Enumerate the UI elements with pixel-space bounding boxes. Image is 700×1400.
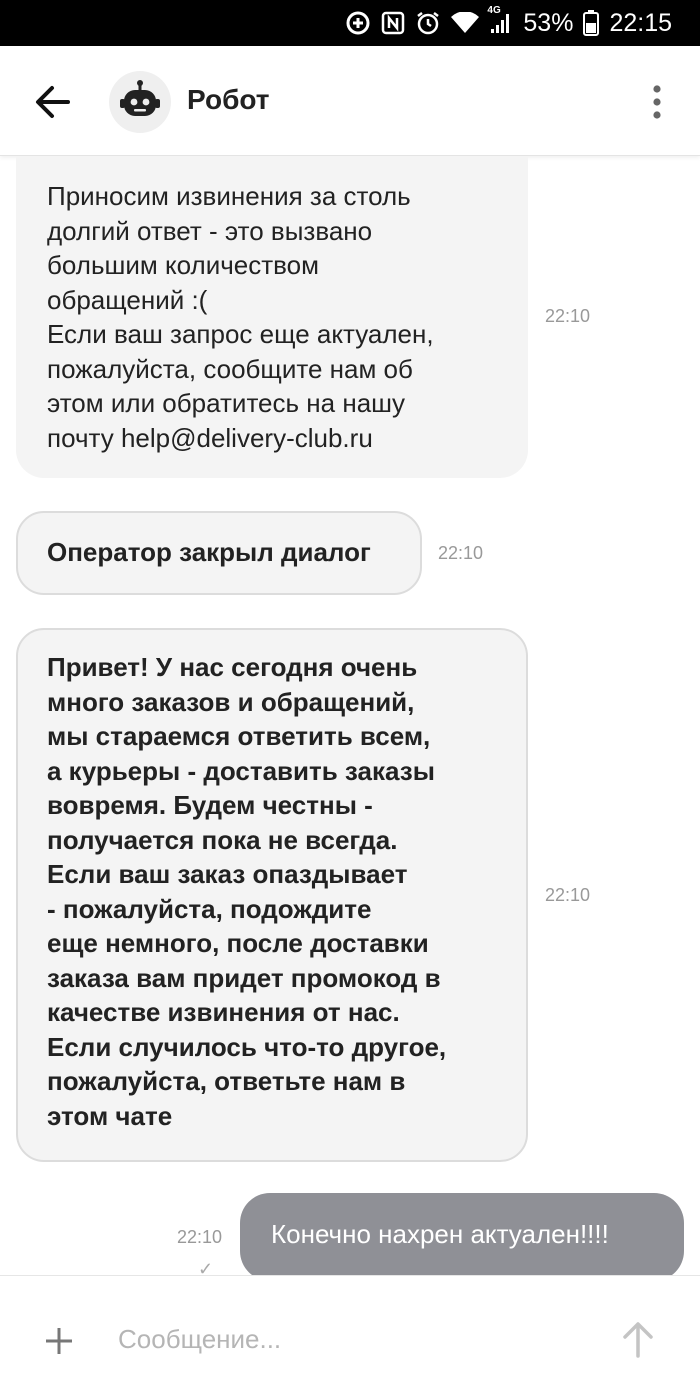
robot-icon xyxy=(118,78,162,127)
battery-percent: 53% xyxy=(523,8,574,37)
message-input[interactable]: Сообщение... xyxy=(118,1324,281,1355)
status-icons: 4G 53% 22:15 xyxy=(345,5,672,40)
arrow-left-icon[interactable] xyxy=(32,82,76,122)
message-time: 22:10 xyxy=(545,885,591,905)
alarm-icon xyxy=(415,10,441,36)
message-bubble-incoming[interactable]: Приносим извинения за столь долгий ответ… xyxy=(16,157,528,478)
message-time: 22:10 xyxy=(545,306,591,326)
message-composer: Сообщение... xyxy=(0,1275,700,1400)
more-vertical-icon[interactable] xyxy=(648,84,666,120)
message-time: 22:10 xyxy=(177,1227,223,1247)
avatar[interactable] xyxy=(109,71,171,133)
message-time: 22:10 xyxy=(438,543,484,563)
status-bar: 4G 53% 22:15 xyxy=(0,0,700,46)
clock: 22:15 xyxy=(609,8,672,37)
message-list[interactable]: Приносим извинения за столь долгий ответ… xyxy=(0,157,700,1275)
arrow-up-icon[interactable] xyxy=(622,1320,654,1358)
plus-icon[interactable] xyxy=(44,1326,74,1356)
chat-header: Робот xyxy=(0,46,700,156)
signal-icon: 4G xyxy=(487,5,513,35)
network-type-label: 4G xyxy=(487,5,501,16)
data-saver-icon xyxy=(345,10,371,36)
message-bubble-outgoing[interactable]: Конечно нахрен актуален!!!! xyxy=(240,1193,684,1275)
system-message-bubble[interactable]: Оператор закрыл диалог xyxy=(16,511,422,595)
message-bubble-incoming[interactable]: Привет! У нас сегодня очень много заказо… xyxy=(16,628,528,1162)
nfc-icon xyxy=(381,11,405,35)
chat-title: Робот xyxy=(187,84,270,115)
battery-icon xyxy=(583,10,600,36)
sent-check-icon: ✓ xyxy=(198,1259,214,1275)
wifi-icon xyxy=(451,12,480,34)
